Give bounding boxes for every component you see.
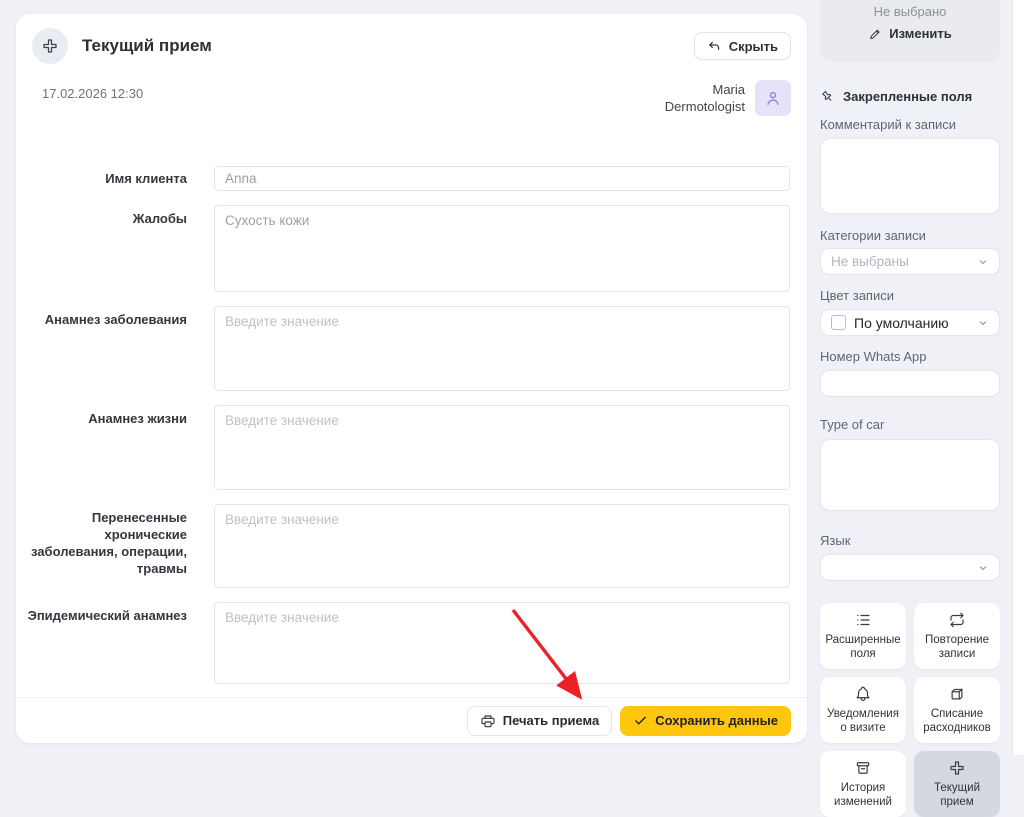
comment-textarea[interactable]	[820, 138, 1000, 214]
type-of-car-field: Type of car	[820, 417, 1000, 511]
print-appointment-button[interactable]: Печать приема	[467, 706, 613, 736]
medical-cross-icon	[948, 759, 966, 777]
change-button-label: Изменить	[889, 26, 952, 41]
corner-up-left-icon	[707, 39, 722, 54]
disease-anamnesis-textarea[interactable]	[214, 306, 790, 391]
package-icon	[948, 685, 966, 703]
save-button-label: Сохранить данные	[655, 713, 778, 728]
field-label: Анамнез жизни	[16, 410, 187, 427]
card-header: Текущий прием Скрыть	[16, 14, 807, 64]
chevron-down-icon	[977, 317, 989, 329]
chronic-diseases-textarea[interactable]	[214, 504, 790, 588]
page-title: Текущий прием	[82, 36, 212, 56]
form-row-life-anamnesis: Анамнез жизни	[16, 405, 790, 490]
repeat-icon	[948, 611, 966, 629]
comment-field: Комментарий к записи	[820, 117, 1000, 214]
hide-button[interactable]: Скрыть	[694, 32, 791, 60]
appointment-datetime: 17.02.2026 12:30	[42, 80, 143, 101]
whatsapp-label: Номер Whats App	[820, 349, 1000, 364]
record-color-select[interactable]: По умолчанию	[820, 309, 1000, 336]
avatar[interactable]	[755, 80, 791, 116]
consumables-writeoff-button[interactable]: Списание расходников	[914, 677, 1000, 743]
medical-cross-icon	[32, 28, 68, 64]
archive-icon	[854, 759, 872, 777]
check-icon	[633, 713, 648, 728]
change-button[interactable]: Изменить	[868, 26, 952, 41]
appointment-form: Имя клиента Жалобы Сухость кожи Анамнез …	[16, 166, 807, 684]
form-row-chronic-diseases: Перенесенные хронические заболевания, оп…	[16, 504, 790, 588]
language-field: Язык	[820, 533, 1000, 581]
field-label: Имя клиента	[16, 170, 187, 187]
appointment-page: Текущий прием Скрыть 17.02.2026 12:30 Ma…	[0, 0, 1024, 755]
card-footer: Печать приема Сохранить данные	[16, 697, 807, 743]
sidebar-actions-grid: Расширенные поля Повторение записи	[820, 603, 1000, 817]
chevron-down-icon	[977, 562, 989, 574]
color-swatch	[831, 315, 846, 330]
specialist-name: Maria Dermotologist	[665, 80, 745, 116]
grid-button-label: История изменений	[823, 781, 903, 809]
right-sidebar: Не выбрано Изменить Закрепленные поля Ко…	[807, 0, 1012, 755]
record-color-label: Цвет записи	[820, 288, 1000, 303]
field-label: Перенесенные хронические заболевания, оп…	[16, 509, 187, 577]
bell-icon	[854, 685, 872, 703]
grid-button-label: Списание расходников	[917, 707, 997, 735]
printer-icon	[480, 713, 496, 729]
categories-field: Категории записи Не выбраны	[820, 228, 1000, 275]
form-row-disease-anamnesis: Анамнез заболевания	[16, 306, 790, 391]
record-color-value: По умолчанию	[854, 315, 949, 331]
pinned-fields-title: Закрепленные поля	[843, 89, 972, 104]
pinned-fields-header: Закрепленные поля	[820, 89, 1012, 104]
print-button-label: Печать приема	[503, 713, 600, 728]
type-of-car-label: Type of car	[820, 417, 1000, 432]
field-label: Анамнез заболевания	[16, 311, 187, 328]
card-meta-row: 17.02.2026 12:30 Maria Dermotologist	[16, 64, 807, 116]
categories-value: Не выбраны	[831, 254, 909, 269]
comment-label: Комментарий к записи	[820, 117, 1000, 132]
service-selection-box: Не выбрано Изменить	[820, 0, 1000, 62]
selection-status: Не выбрано	[820, 4, 1000, 19]
form-row-client-name: Имя клиента	[16, 166, 790, 191]
current-appointment-button[interactable]: Текущий прием	[914, 751, 1000, 817]
client-name-input[interactable]	[214, 166, 790, 191]
hide-button-label: Скрыть	[729, 39, 778, 54]
language-label: Язык	[820, 533, 1000, 548]
record-color-field: Цвет записи По умолчанию	[820, 288, 1000, 336]
epidemic-anamnesis-textarea[interactable]	[214, 602, 790, 684]
grid-button-label: Повторение записи	[917, 633, 997, 661]
extended-fields-button[interactable]: Расширенные поля	[820, 603, 906, 669]
change-history-button[interactable]: История изменений	[820, 751, 906, 817]
pencil-icon	[868, 27, 882, 41]
grid-button-label: Расширенные поля	[823, 633, 903, 661]
pin-icon	[817, 86, 838, 107]
complaints-textarea[interactable]: Сухость кожи	[214, 205, 790, 292]
life-anamnesis-textarea[interactable]	[214, 405, 790, 490]
grid-button-label: Уведомления о визите	[823, 707, 903, 735]
categories-select[interactable]: Не выбраны	[820, 248, 1000, 275]
save-data-button[interactable]: Сохранить данные	[620, 706, 791, 736]
type-of-car-textarea[interactable]	[820, 439, 1000, 511]
repeat-record-button[interactable]: Повторение записи	[914, 603, 1000, 669]
whatsapp-input[interactable]	[820, 370, 1000, 397]
language-select[interactable]	[820, 554, 1000, 581]
specialist-block: Maria Dermotologist	[665, 80, 791, 116]
field-label: Жалобы	[16, 210, 187, 227]
grid-button-label: Текущий прием	[917, 781, 997, 809]
visit-notifications-button[interactable]: Уведомления о визите	[820, 677, 906, 743]
chevron-down-icon	[977, 256, 989, 268]
field-label: Эпидемический анамнез	[16, 607, 187, 624]
current-appointment-card: Текущий прием Скрыть 17.02.2026 12:30 Ma…	[16, 14, 807, 743]
categories-label: Категории записи	[820, 228, 1000, 243]
form-row-epidemic-anamnesis: Эпидемический анамнез	[16, 602, 790, 684]
page-edge-strip	[1012, 0, 1024, 755]
whatsapp-field: Номер Whats App	[820, 349, 1000, 397]
form-row-complaints: Жалобы Сухость кожи	[16, 205, 790, 292]
list-details-icon	[854, 611, 872, 629]
